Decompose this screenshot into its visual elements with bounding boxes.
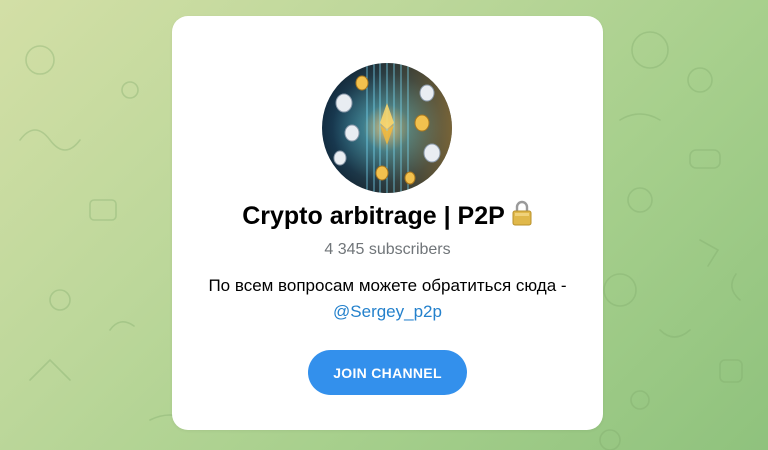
lock-icon [511, 200, 533, 234]
channel-title-text: Crypto arbitrage | P2P [242, 202, 505, 230]
channel-avatar [322, 63, 452, 193]
subscriber-count: 4 345 subscribers [324, 241, 451, 258]
crypto-coins-avatar-image [322, 63, 452, 193]
join-channel-button[interactable]: JOIN CHANNEL [308, 350, 467, 395]
contact-link[interactable]: @Sergey_p2p [172, 299, 603, 325]
description-text: По всем вопросам можете обратиться сюда … [208, 276, 567, 295]
channel-description: По всем вопросам можете обратиться сюда … [172, 273, 603, 325]
channel-card: Crypto arbitrage | P2P 4 345 subscribers… [172, 16, 603, 430]
channel-title: Crypto arbitrage | P2P [172, 200, 603, 234]
